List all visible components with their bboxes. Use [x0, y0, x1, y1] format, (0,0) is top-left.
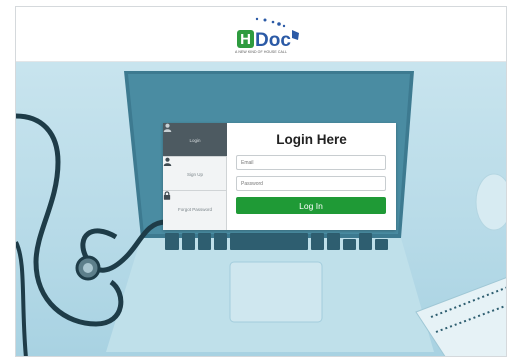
tab-forgot-password[interactable]: Forgot Password	[163, 191, 227, 225]
logo-h-letter: H	[240, 31, 251, 48]
password-field[interactable]	[236, 176, 386, 191]
tab-sign-up-label: Sign Up	[186, 172, 203, 177]
tab-sign-up[interactable]: Sign Up	[163, 157, 227, 191]
site-header: H Doc A NEW KIND OF HOUSE CALL	[16, 7, 506, 62]
logo-wordmark: Doc	[255, 30, 291, 51]
stethoscope-tube-lower	[16, 241, 28, 356]
auth-tabs: Login Sign Up Forgot Password	[163, 123, 227, 230]
cup	[475, 173, 506, 231]
hero-background: Login Sign Up Forgot Password Login Here	[16, 62, 506, 356]
page-frame: H Doc A NEW KIND OF HOUSE CALL Login Sig…	[15, 6, 507, 357]
stethoscope-diaphragm	[83, 263, 93, 273]
logo-tagline: A NEW KIND OF HOUSE CALL	[235, 50, 287, 54]
stethoscope-tube	[16, 113, 124, 327]
trackpad	[229, 261, 323, 323]
log-in-button[interactable]: Log In	[236, 197, 386, 214]
big-island-icon	[292, 30, 299, 40]
email-field[interactable]	[236, 155, 386, 170]
tab-forgot-password-label: Forgot Password	[177, 206, 212, 212]
tab-login[interactable]: Login	[163, 123, 227, 157]
form-title: Login Here	[276, 132, 347, 147]
login-card: Login Sign Up Forgot Password Login Here	[163, 123, 396, 230]
login-form: Login Here Log In	[227, 123, 396, 230]
islands-icon	[255, 17, 286, 28]
tab-login-label: Login	[189, 138, 201, 143]
